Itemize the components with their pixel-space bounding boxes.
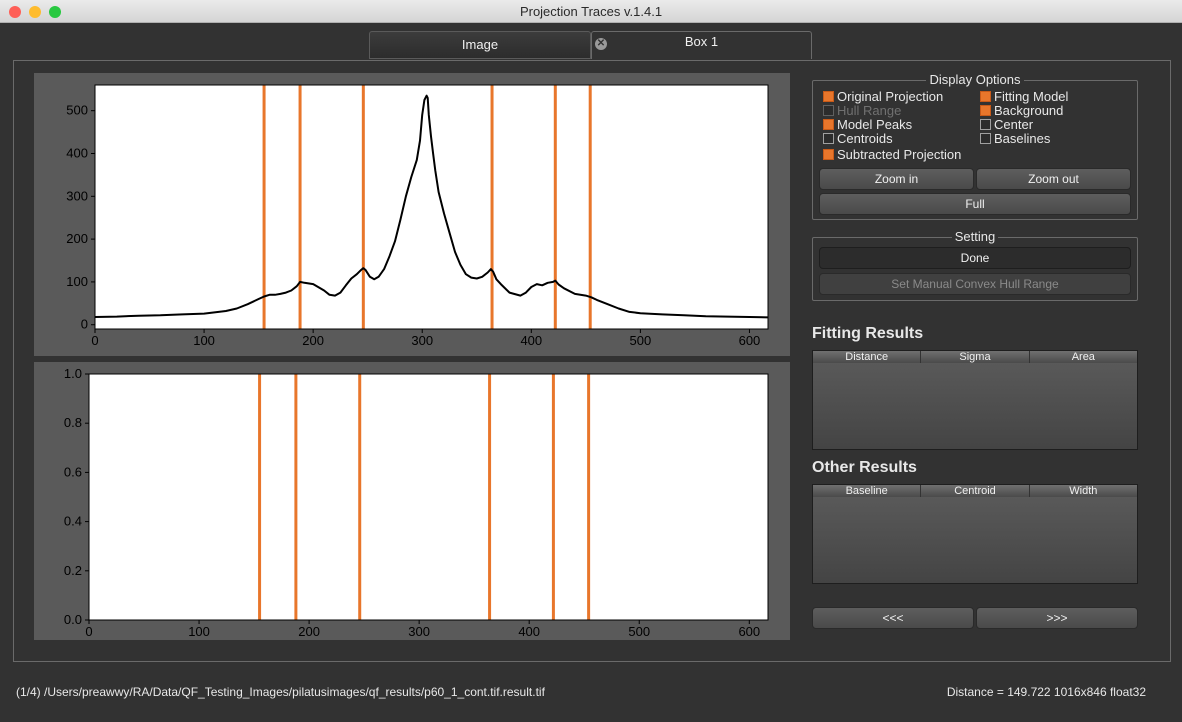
x-tick-label: 600 <box>739 333 761 348</box>
column-header-width[interactable]: Width <box>1030 485 1137 497</box>
background-checkbox[interactable]: Background <box>980 104 1063 118</box>
checkbox-icon <box>980 91 991 102</box>
y-tick-label: 200 <box>66 231 88 246</box>
display-options-title: Display Options <box>813 72 1137 88</box>
hull-range-checkbox[interactable]: Hull Range <box>823 104 901 118</box>
centroids-checkbox[interactable]: Centroids <box>823 132 893 146</box>
y-tick-label: 300 <box>66 188 88 203</box>
column-header-distance[interactable]: Distance <box>813 351 922 363</box>
plot-area <box>89 374 768 620</box>
y-tick-label: 0.8 <box>64 415 82 430</box>
y-tick-label: 1.0 <box>64 366 82 381</box>
y-tick-label: 500 <box>66 103 88 118</box>
fitting-results-title: Fitting Results <box>812 325 924 342</box>
checkbox-icon <box>823 105 834 116</box>
subtracted-projection-checkbox[interactable]: Subtracted Projection <box>823 148 961 162</box>
plot-area <box>95 85 768 329</box>
x-tick-label: 500 <box>630 333 652 348</box>
checkbox-icon <box>823 91 834 102</box>
center-checkbox[interactable]: Center <box>980 118 1033 132</box>
x-tick-label: 400 <box>518 624 540 639</box>
original-projection-checkbox[interactable]: Original Projection <box>823 90 943 104</box>
model-peaks-checkbox[interactable]: Model Peaks <box>823 118 912 132</box>
y-tick-label: 0.6 <box>64 464 82 479</box>
y-tick-label: 0 <box>81 317 88 332</box>
full-button[interactable]: Full <box>819 193 1131 215</box>
y-tick-label: 0.4 <box>64 514 82 529</box>
x-tick-label: 100 <box>193 333 215 348</box>
zoom-in-button[interactable]: Zoom in <box>819 168 974 190</box>
next-button[interactable]: >>> <box>976 607 1138 629</box>
title-bar: Projection Traces v.1.4.1 <box>0 0 1182 23</box>
column-header-centroid[interactable]: Centroid <box>921 485 1030 497</box>
zoom-out-button[interactable]: Zoom out <box>976 168 1131 190</box>
tab-close-icon[interactable]: ✕ <box>595 38 607 50</box>
checkbox-icon <box>980 133 991 144</box>
checkbox-icon <box>823 133 834 144</box>
setting-group: Setting Done Set Manual Convex Hull Rang… <box>812 229 1138 301</box>
x-tick-label: 400 <box>520 333 542 348</box>
x-tick-label: 300 <box>408 624 430 639</box>
projection-chart: 0 100 200 300 400 500 600 0 100 200 300 400 500 <box>66 84 769 348</box>
x-tick-label: 200 <box>302 333 324 348</box>
x-tick-label: 0 <box>91 333 98 348</box>
x-tick-label: 500 <box>628 624 650 639</box>
y-tick-label: 0.2 <box>64 563 82 578</box>
status-info: Distance = 149.722 1016x846 float32 <box>946 685 1146 699</box>
done-button[interactable]: Done <box>819 247 1131 269</box>
other-results-title: Other Results <box>812 459 917 476</box>
y-tick-label: 100 <box>66 274 88 289</box>
display-options-group: Display Options Original Projection Hull… <box>812 72 1138 220</box>
fitting-results-header: Distance Sigma Area <box>813 351 1137 363</box>
checkbox-icon <box>823 119 834 130</box>
x-tick-label: 200 <box>298 624 320 639</box>
x-tick-label: 600 <box>738 624 760 639</box>
tab-image[interactable]: Image <box>369 31 591 59</box>
app-window: Projection Traces v.1.4.1 Image Box 1 ✕ … <box>0 0 1182 722</box>
x-tick-label: 100 <box>188 624 210 639</box>
checkbox-icon <box>980 119 991 130</box>
tab-box-1[interactable]: Box 1 <box>591 31 812 59</box>
status-bar: (1/4) /Users/preawwy/RA/Data/QF_Testing_… <box>0 680 1182 704</box>
column-header-baseline[interactable]: Baseline <box>813 485 922 497</box>
checkbox-icon <box>823 149 834 160</box>
other-results-table[interactable]: Baseline Centroid Width <box>812 484 1138 584</box>
y-tick-label: 400 <box>66 145 88 160</box>
previous-button[interactable]: <<< <box>812 607 974 629</box>
projection-plot[interactable]: 0 100 200 300 400 500 600 0 100 200 300 400 500 <box>34 73 790 356</box>
subtracted-chart: 0 100 200 300 400 500 600 0.0 0.2 0.4 0.6 0.8 1.0 <box>64 366 769 639</box>
set-manual-hull-button[interactable]: Set Manual Convex Hull Range <box>819 273 1131 295</box>
fitting-results-table[interactable]: Distance Sigma Area <box>812 350 1138 450</box>
fitting-model-checkbox[interactable]: Fitting Model <box>980 90 1068 104</box>
checkbox-icon <box>980 105 991 116</box>
subtracted-plot[interactable]: 0 100 200 300 400 500 600 0.0 0.2 0.4 0.6 0.8 1.0 <box>34 362 790 640</box>
column-header-area[interactable]: Area <box>1030 351 1137 363</box>
other-results-header: Baseline Centroid Width <box>813 485 1137 497</box>
column-header-sigma[interactable]: Sigma <box>921 351 1030 363</box>
status-file-path: (1/4) /Users/preawwy/RA/Data/QF_Testing_… <box>16 685 545 699</box>
setting-title: Setting <box>813 229 1137 245</box>
baselines-checkbox[interactable]: Baselines <box>980 132 1050 146</box>
x-tick-label: 0 <box>85 624 92 639</box>
y-tick-label: 0.0 <box>64 612 82 627</box>
x-tick-label: 300 <box>411 333 433 348</box>
window-title: Projection Traces v.1.4.1 <box>519 4 663 19</box>
tab-bar: Image Box 1 <box>0 23 1182 59</box>
